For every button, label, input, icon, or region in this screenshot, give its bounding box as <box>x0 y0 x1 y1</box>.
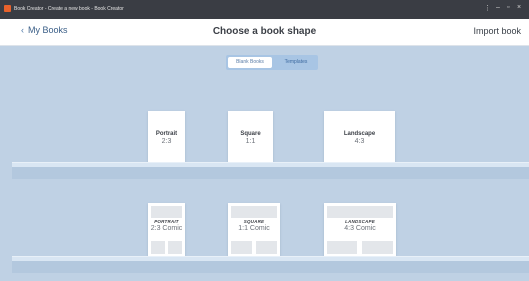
comic-shape-name: PORTRAIT <box>154 219 179 224</box>
comic-shape-landscape[interactable]: LANDSCAPE 4:3 Comic <box>324 203 396 256</box>
comic-panel <box>231 206 277 218</box>
comic-shape-ratio: 2:3 Comic <box>150 225 183 232</box>
window-title: Book Creator - Create a new book - Book … <box>14 6 124 12</box>
comic-panel <box>327 241 357 254</box>
comic-panel <box>231 241 252 254</box>
maximize-button[interactable]: ▫ <box>507 4 509 11</box>
comic-shape-portrait[interactable]: PORTRAIT 2:3 Comic <box>148 203 185 256</box>
comic-shape-name: LANDSCAPE <box>345 219 375 224</box>
more-options-icon[interactable]: ⋮ <box>484 4 491 12</box>
shelf-bottom-shadow <box>12 261 529 273</box>
tab-blank-books[interactable]: Blank Books <box>228 57 272 68</box>
close-button[interactable]: × <box>517 4 521 11</box>
book-shape-ratio: 2:3 <box>161 138 172 145</box>
book-shape-ratio: 4:3 <box>354 138 365 145</box>
book-shape-landscape[interactable]: Landscape 4:3 <box>324 111 395 163</box>
window-titlebar: Book Creator - Create a new book - Book … <box>0 0 529 19</box>
book-shape-ratio: 1:1 <box>245 138 256 145</box>
import-book-button[interactable]: Import book <box>473 26 521 36</box>
comic-panel <box>362 241 393 254</box>
book-shape-area: Blank Books Templates Portrait 2:3 Squar… <box>0 46 529 281</box>
book-shape-name: Portrait <box>155 131 178 137</box>
page-title: Choose a book shape <box>212 26 317 37</box>
comic-shape-ratio: 1:1 Comic <box>238 225 270 232</box>
comic-panel <box>256 241 277 254</box>
tab-templates[interactable]: Templates <box>274 57 318 68</box>
book-shape-name: Landscape <box>343 131 376 137</box>
shelf-top-shadow <box>12 167 529 179</box>
book-shape-square[interactable]: Square 1:1 <box>228 111 273 163</box>
comic-shape-name: SQUARE <box>243 219 265 224</box>
minimize-button[interactable]: – <box>496 4 500 11</box>
app-logo-icon <box>4 5 11 12</box>
book-type-toggle: Blank Books Templates <box>226 55 318 70</box>
comic-panel <box>327 206 393 218</box>
book-shape-portrait[interactable]: Portrait 2:3 <box>148 111 185 163</box>
comic-panel <box>151 241 165 254</box>
comic-shape-square[interactable]: SQUARE 1:1 Comic <box>228 203 280 256</box>
comic-panel <box>151 206 182 218</box>
comic-panel <box>168 241 182 254</box>
book-shape-name: Square <box>240 131 261 137</box>
comic-shape-ratio: 4:3 Comic <box>344 225 376 232</box>
app-header: ‹ My Books Choose a book shape Import bo… <box>0 19 529 46</box>
